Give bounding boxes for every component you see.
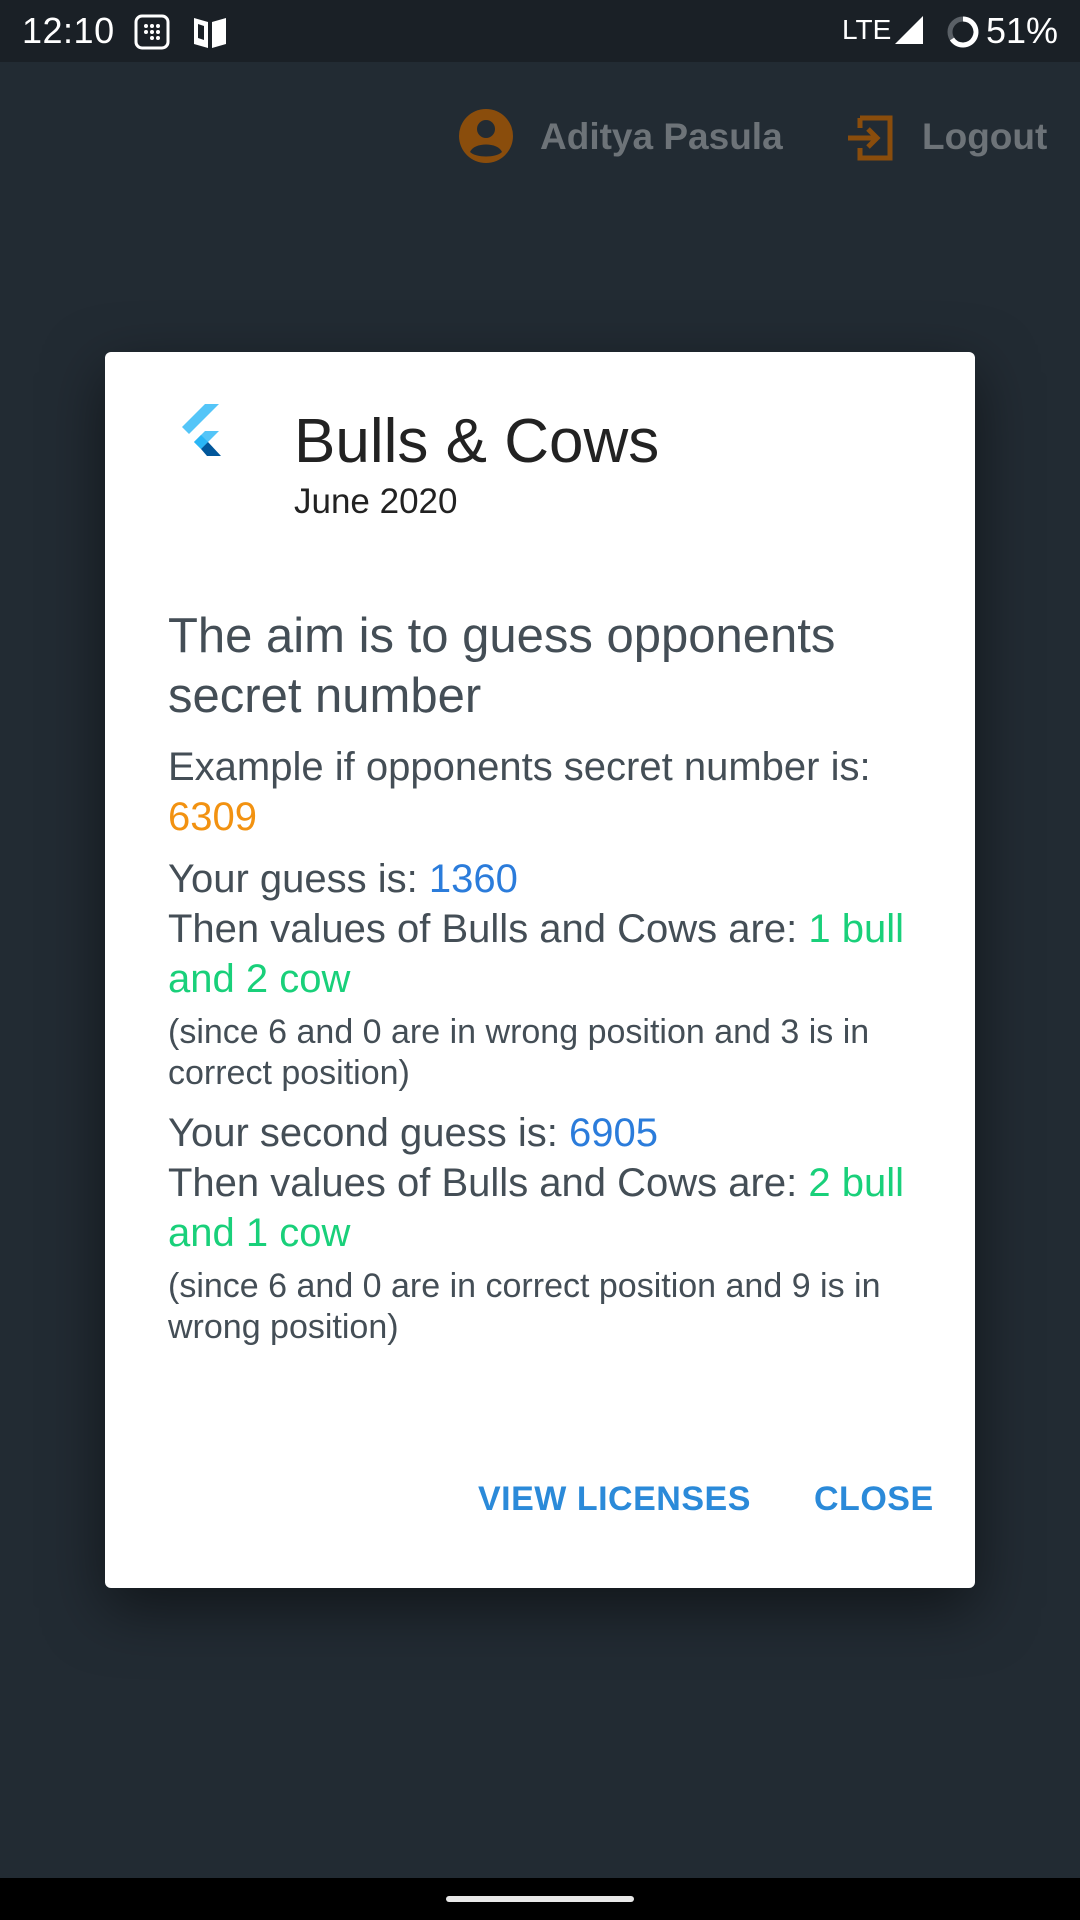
guess2-line: Your second guess is: 6905 xyxy=(168,1108,928,1158)
result1-line: Then values of Bulls and Cows are: 1 bul… xyxy=(168,904,928,1004)
account-circle-icon[interactable] xyxy=(458,108,514,169)
app-version: June 2020 xyxy=(294,482,458,521)
example-prefix: Example if opponents secret number is: xyxy=(168,745,871,789)
user-name[interactable]: Aditya Pasula xyxy=(540,116,783,158)
shield-book-icon xyxy=(192,14,228,55)
flutter-logo-icon xyxy=(175,404,231,471)
battery-level: 51% xyxy=(985,10,1058,51)
secret-number: 6309 xyxy=(168,795,257,839)
note2: (since 6 and 0 are in correct position a… xyxy=(168,1267,881,1346)
about-dialog: Bulls & Cows June 2020 The aim is to gue… xyxy=(105,352,975,1588)
network-type: LTE xyxy=(842,14,892,45)
status-time: 12:10 xyxy=(22,10,115,51)
battery-ring-icon xyxy=(945,14,981,55)
note1: (since 6 and 0 are in wrong position and… xyxy=(168,1013,870,1092)
example-line: Example if opponents secret number is: 6… xyxy=(168,742,928,842)
result1-prefix: Then values of Bulls and Cows are: xyxy=(168,907,798,951)
close-button[interactable]: CLOSE xyxy=(814,1480,934,1519)
signal-icon xyxy=(893,14,925,51)
result2-prefix: Then values of Bulls and Cows are: xyxy=(168,1161,798,1205)
guess2-value: 6905 xyxy=(569,1111,658,1155)
logout-icon[interactable] xyxy=(844,112,896,169)
aim-text: The aim is to guess opponents secret num… xyxy=(168,609,836,723)
status-bar: 12:10 LTE 51% xyxy=(0,0,1080,62)
guess2-prefix: Your second guess is: xyxy=(168,1111,558,1155)
navigation-bar xyxy=(0,1878,1080,1920)
guess1-line: Your guess is: 1360 xyxy=(168,854,928,904)
result2-line: Then values of Bulls and Cows are: 2 bul… xyxy=(168,1158,928,1258)
app-grid-icon xyxy=(134,14,170,55)
logout-button[interactable]: Logout xyxy=(922,116,1047,158)
guess1-value: 1360 xyxy=(428,857,518,901)
dialog-title: Bulls & Cows xyxy=(294,407,660,476)
home-gesture-handle[interactable] xyxy=(446,1896,634,1902)
dialog-content: The aim is to guess opponents secret num… xyxy=(168,606,928,1362)
view-licenses-button[interactable]: VIEW LICENSES xyxy=(478,1480,751,1519)
guess1-prefix: Your guess is: xyxy=(168,857,418,901)
